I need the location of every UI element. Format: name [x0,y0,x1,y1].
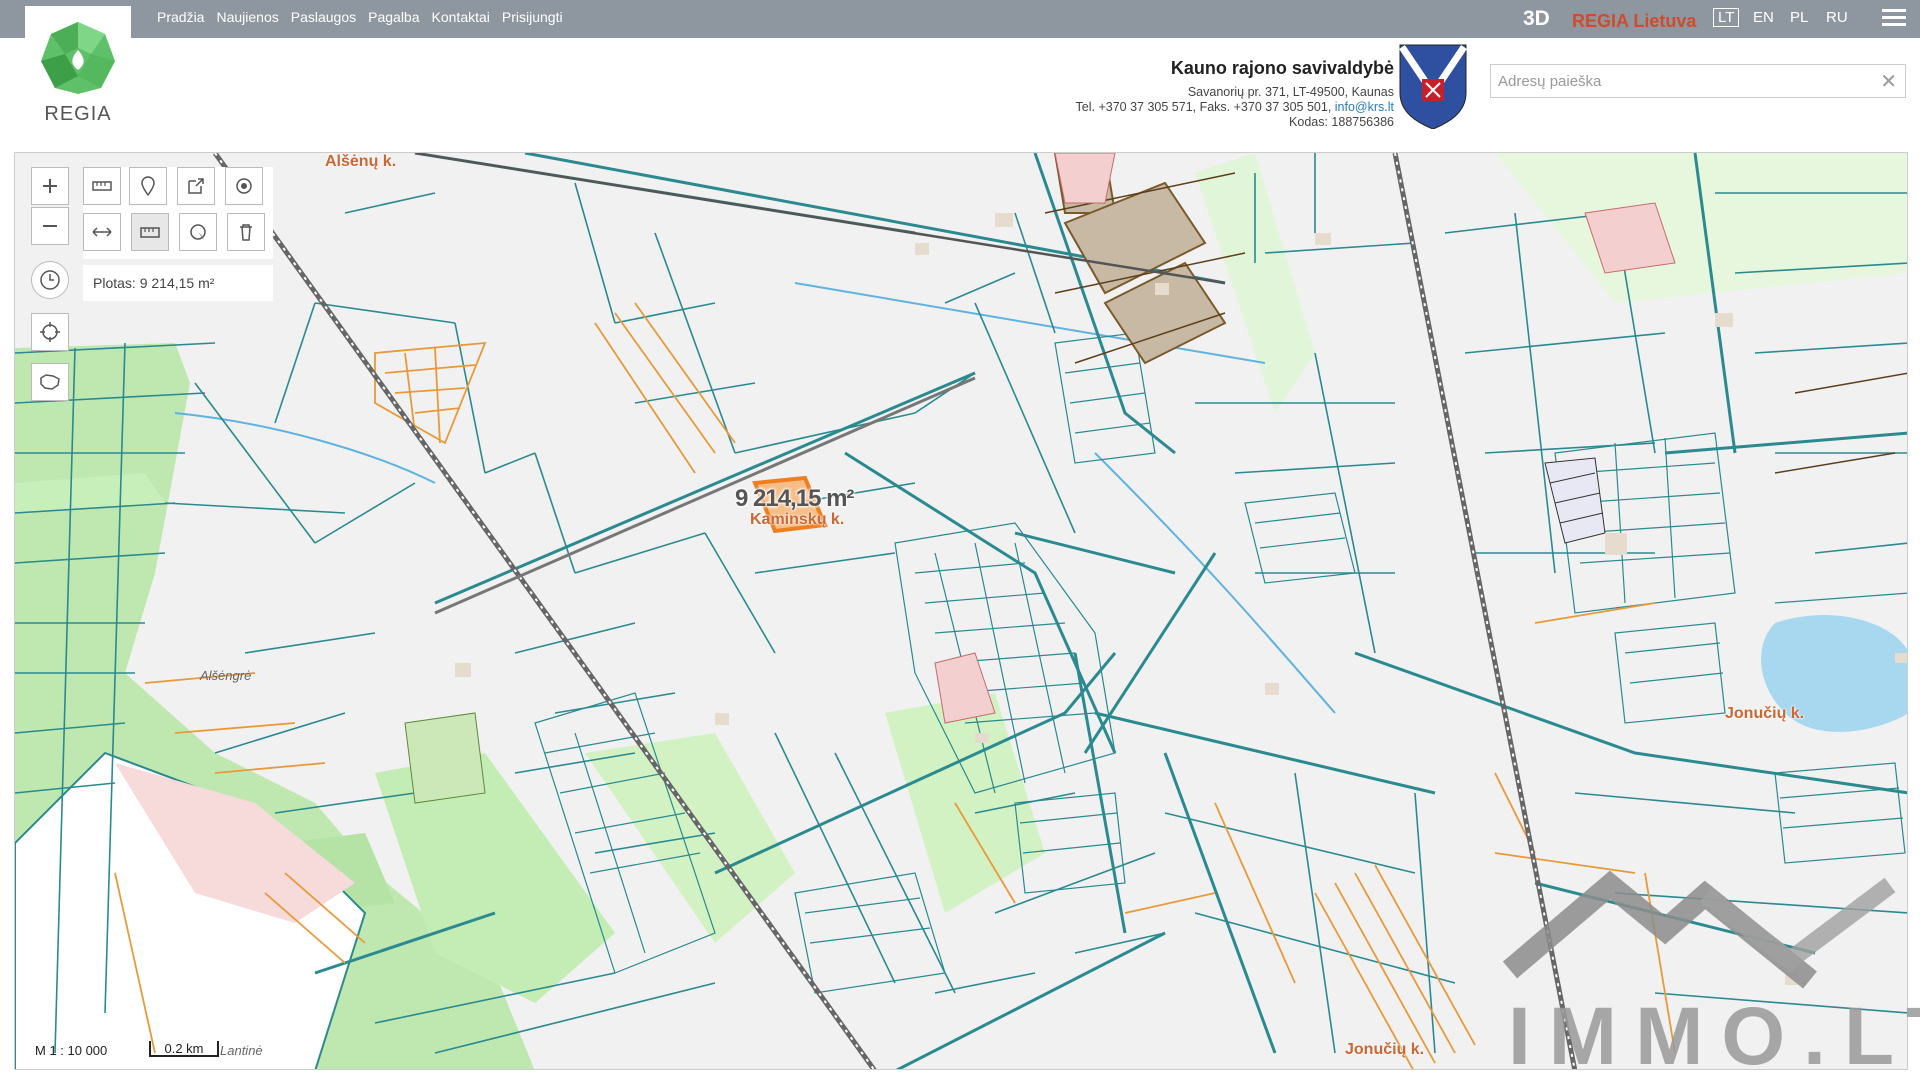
municipality-contacts: Tel. +370 37 305 571, Faks. +370 37 305 … [1076,100,1394,115]
delete-button[interactable] [227,213,265,251]
point-tool-button[interactable] [225,167,263,205]
measure-distance-button[interactable] [83,167,121,205]
village-label-kaminsku: Kaminskų k. [750,511,845,528]
municipality-info: Kauno rajono savivaldybė Savanorių pr. 3… [1076,58,1394,130]
lang-lt[interactable]: LT [1713,8,1740,27]
nav-pagalba[interactable]: Pagalba [368,9,419,25]
external-link-icon [188,178,204,194]
zoom-in-button[interactable] [31,167,69,205]
regia-lietuva-link[interactable]: REGIA Lietuva [1572,11,1696,32]
selected-area-label: 9 214,15 m² [735,485,854,512]
hamburger-menu-icon[interactable] [1882,9,1906,29]
crosshair-icon [40,322,60,342]
nav-kontaktai[interactable]: Kontaktai [432,9,490,25]
clock-icon [40,270,60,290]
lithuania-extent-button[interactable] [31,363,69,401]
select-tool-button[interactable] [179,213,217,251]
scale-ratio: M 1 : 10 000 [35,1043,108,1058]
area-result-panel: Plotas: 9 214,15 m² [83,265,273,301]
nav-paslaugos[interactable]: Paslaugos [291,9,356,25]
export-button[interactable] [177,167,215,205]
target-dot-icon [236,178,252,194]
regia-logo-icon [41,22,115,94]
top-bar: Pradžia Naujienos Paslaugos Pagalba Kont… [0,0,1920,38]
measure-area-button[interactable] [131,213,169,251]
village-label-jonuciu-1: Jonučių k. [1725,705,1805,722]
regia-logo[interactable]: REGIA [25,6,131,146]
municipality-address: Savanorių pr. 371, LT-49500, Kaunas [1187,85,1394,99]
lang-pl[interactable]: PL [1790,9,1808,26]
place-label-alsengre: Alšėngrė [200,668,252,683]
history-button[interactable] [31,261,69,299]
nav-prisijungti[interactable]: Prisijungti [502,9,563,25]
scale-bar: 0.2 km [149,1041,219,1057]
lang-en[interactable]: EN [1753,9,1774,26]
measure-length-button[interactable] [83,213,121,251]
place-label-lantine: Lantinė [220,1043,263,1058]
top-navigation: Pradžia Naujienos Paslaugos Pagalba Kont… [157,9,563,25]
3d-button[interactable]: 3D [1523,7,1550,31]
logo-text: REGIA [44,103,112,125]
municipality-title: Kauno rajono savivaldybė [1170,58,1394,78]
address-search-input[interactable] [1491,65,1860,97]
place-marker-button[interactable] [129,167,167,205]
nav-pradzia[interactable]: Pradžia [157,9,204,25]
lang-ru[interactable]: RU [1826,9,1848,26]
cursor-circle-icon [190,224,206,240]
ruler-icon [92,181,112,191]
area-ruler-icon [140,227,160,238]
address-search: ✕ [1490,64,1906,98]
lithuania-map-icon [40,374,60,390]
locate-button[interactable] [31,313,69,351]
nav-naujienos[interactable]: Naujienos [216,9,278,25]
coat-of-arms-icon [1398,43,1468,130]
minus-icon [43,225,57,227]
watermark-text: IMMO.LT [1508,991,1920,1082]
zoom-out-button[interactable] [31,207,69,245]
municipality-phone: Tel. +370 37 305 571, Faks. +370 37 305 … [1075,100,1335,114]
village-label-alsenu: Alšėnų k. [325,153,397,170]
municipality-code: Kodas: 188756386 [1289,115,1394,129]
plus-icon [43,179,57,193]
trash-icon [240,224,252,241]
map-pin-icon [141,176,155,196]
arrows-horizontal-icon [92,227,112,237]
municipality-email[interactable]: info@krs.lt [1335,100,1394,114]
clear-search-icon[interactable]: ✕ [1880,69,1897,94]
village-label-jonuciu-2: Jonučių k. [1345,1041,1425,1058]
